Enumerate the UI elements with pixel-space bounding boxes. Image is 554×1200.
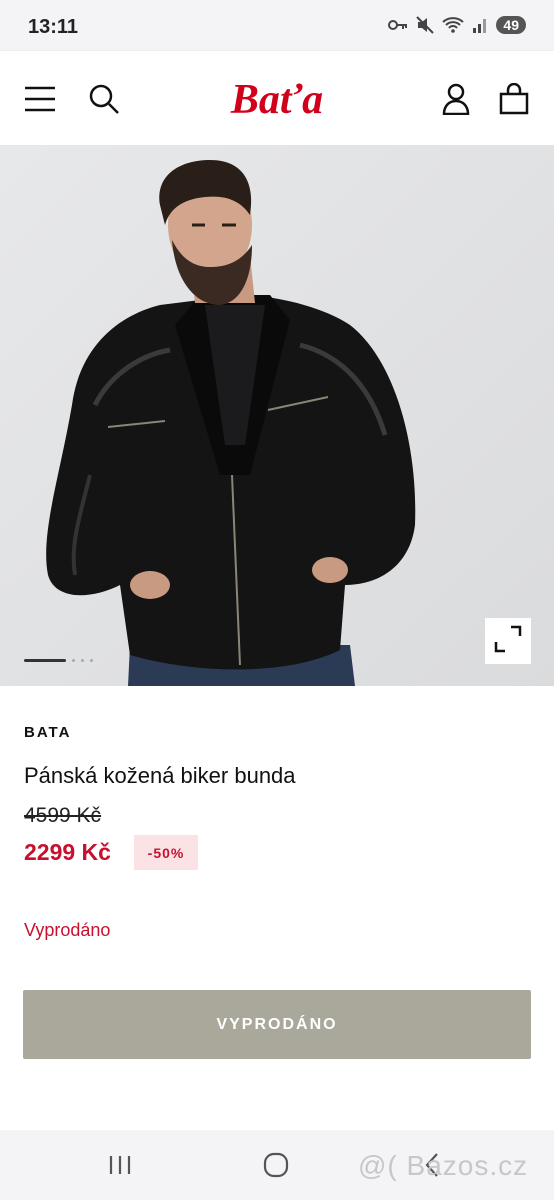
product-brand[interactable]: BATA bbox=[24, 724, 71, 741]
recent-apps-icon[interactable] bbox=[100, 1150, 140, 1180]
home-icon[interactable] bbox=[256, 1150, 296, 1180]
watermark: @( Bazos.cz bbox=[358, 1150, 529, 1181]
mute-icon bbox=[416, 16, 435, 34]
discount-badge: -50% bbox=[134, 835, 198, 870]
status-bar: 13:11 49 bbox=[0, 0, 554, 50]
product-image[interactable] bbox=[0, 145, 554, 686]
product-photo bbox=[0, 145, 554, 686]
wifi-icon bbox=[442, 16, 465, 34]
account-icon[interactable] bbox=[438, 81, 474, 117]
site-header: Baťa bbox=[0, 50, 554, 145]
sold-out-button[interactable]: VYPRODÁNO bbox=[23, 990, 531, 1059]
cart-icon[interactable] bbox=[496, 81, 532, 117]
key-icon bbox=[388, 18, 408, 32]
sale-price: 2299 Kč bbox=[24, 839, 111, 865]
status-icons: 49 bbox=[388, 16, 526, 34]
original-price: 4599 Kč bbox=[24, 804, 102, 827]
signal-icon bbox=[472, 17, 488, 33]
carousel-dot[interactable] bbox=[72, 659, 75, 662]
status-time: 13:11 bbox=[28, 16, 79, 38]
carousel-dot[interactable] bbox=[90, 659, 93, 662]
product-title: Pánská kožená biker bunda bbox=[24, 763, 296, 788]
battery-indicator: 49 bbox=[496, 16, 526, 34]
expand-image-button[interactable] bbox=[485, 618, 531, 664]
search-icon[interactable] bbox=[86, 81, 122, 117]
carousel-indicator[interactable] bbox=[24, 659, 93, 662]
stock-status: Vyprodáno bbox=[24, 920, 111, 940]
carousel-dot-active[interactable] bbox=[24, 659, 66, 662]
bata-logo[interactable]: Baťa bbox=[200, 73, 354, 125]
carousel-dot[interactable] bbox=[81, 659, 84, 662]
expand-icon bbox=[494, 625, 522, 658]
svg-text:Baťa: Baťa bbox=[230, 77, 323, 123]
menu-icon[interactable] bbox=[22, 81, 58, 117]
